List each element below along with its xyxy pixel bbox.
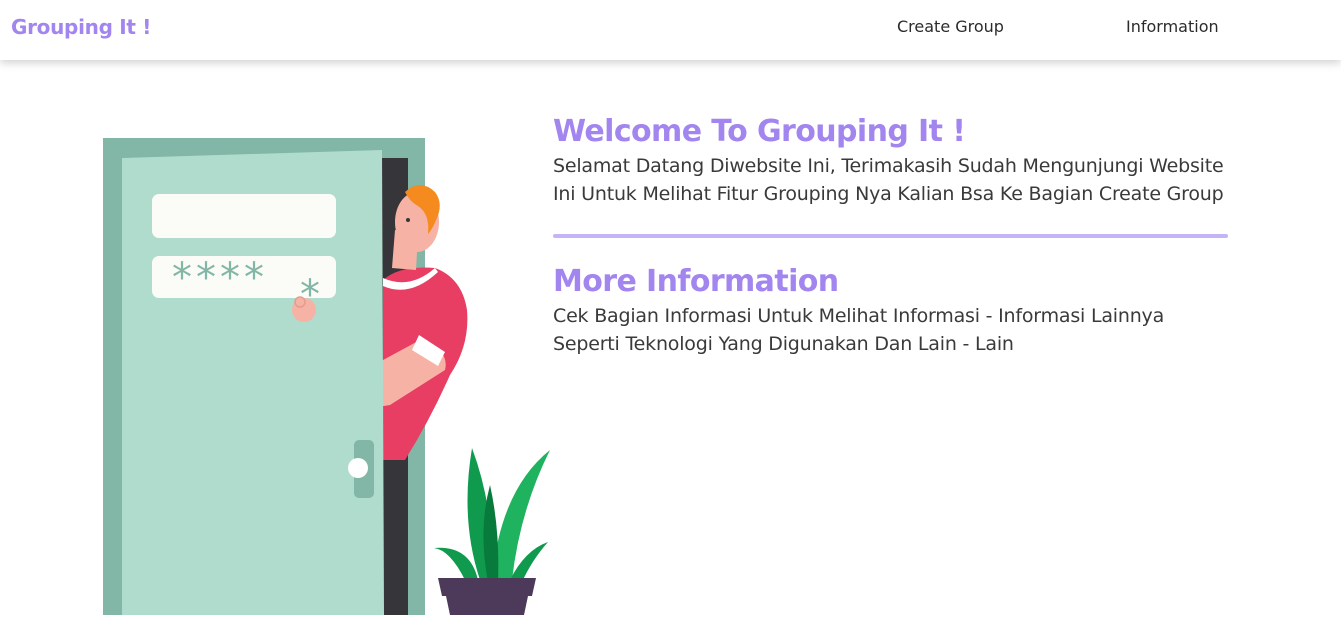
welcome-text: Selamat Datang Diwebsite Ini, Terimakasi…	[553, 155, 1224, 205]
brand-logo[interactable]: Grouping It !	[11, 15, 151, 39]
door-illustration-svg: **** *	[103, 138, 550, 615]
plant-pot	[446, 596, 528, 615]
door-username-field	[152, 194, 336, 238]
password-mask: ****	[172, 255, 268, 301]
more-info-title: More Information	[553, 264, 839, 299]
main-content: Welcome To Grouping It ! Selamat Datang …	[553, 112, 1228, 358]
section-divider	[553, 234, 1228, 238]
welcome-title: Welcome To Grouping It !	[553, 114, 966, 149]
more-info-text: Cek Bagian Informasi Untuk Melihat Infor…	[553, 305, 1165, 355]
door-knob	[348, 458, 368, 478]
plant-pot-rim	[438, 578, 536, 596]
nav-information[interactable]: Information	[1126, 17, 1219, 36]
navbar: Grouping It ! Create Group Information	[0, 0, 1341, 60]
login-door-illustration: **** *	[100, 130, 560, 615]
nav-create-group[interactable]: Create Group	[897, 17, 1004, 36]
